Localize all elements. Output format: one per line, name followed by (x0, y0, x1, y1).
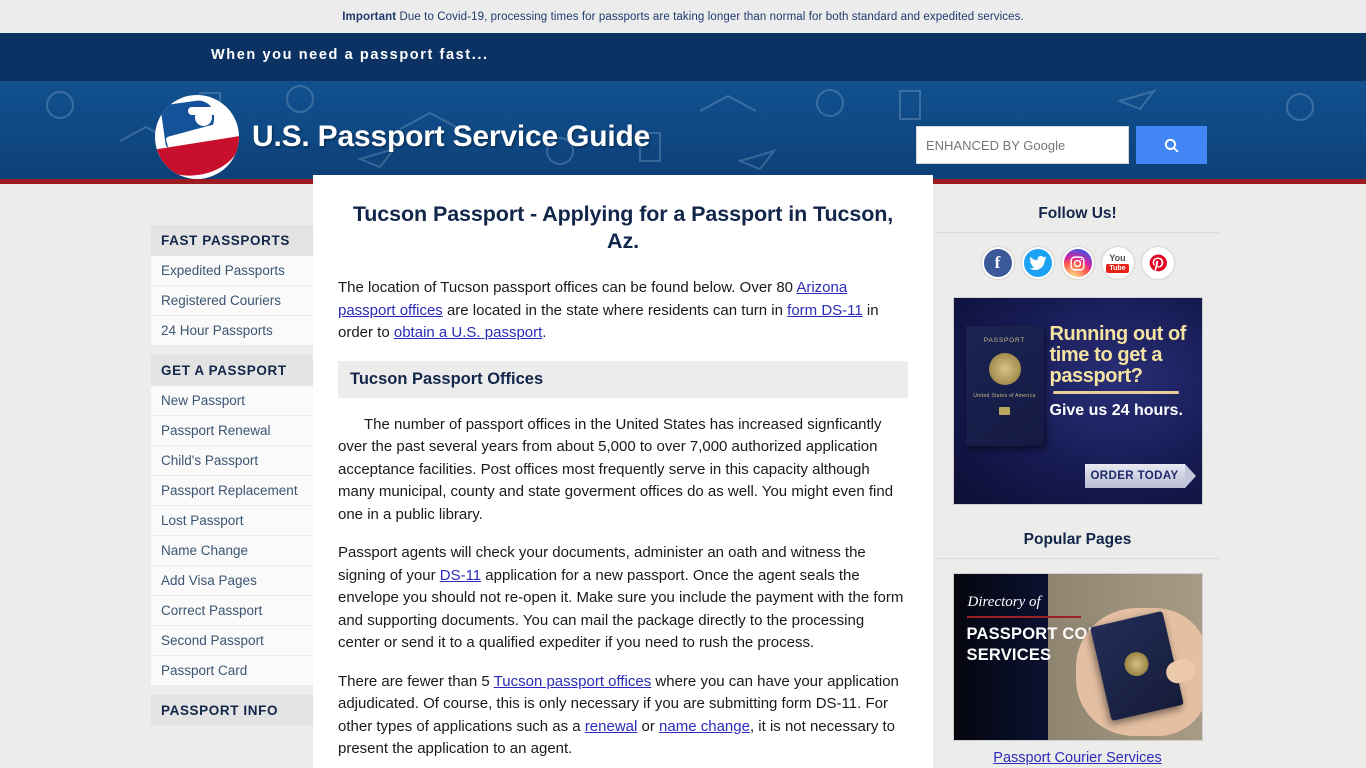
paragraph-agents: Passport agents will check your document… (338, 542, 908, 655)
link-ds-11[interactable]: DS-11 (440, 567, 481, 584)
ad-passport-sub: United States of America (973, 393, 1036, 399)
covid-notice-body: Due to Covid-19, processing times for pa… (396, 10, 1024, 23)
intro-text-4: . (542, 324, 547, 341)
sidebar-item-correct-passport[interactable]: Correct Passport (151, 596, 314, 626)
nav-gap (151, 346, 314, 355)
passport-book-seal-icon (1121, 649, 1151, 679)
site-header: U.S. Passport Service Guide (0, 81, 1366, 179)
site-logo[interactable]: U.S. Passport Service Guide (155, 95, 650, 179)
youtube-top-text: You (1109, 252, 1126, 263)
sidebar-item-second-passport[interactable]: Second Passport (151, 626, 314, 656)
youtube-bottom-text: Tube (1106, 263, 1129, 273)
sidebar-item-new-passport[interactable]: New Passport (151, 386, 314, 416)
popular-pages-title: Popular Pages (936, 531, 1219, 559)
instagram-camera-icon (1070, 255, 1085, 271)
youtube-icon[interactable]: You Tube (1101, 247, 1134, 279)
tucson-text-3: or (637, 717, 660, 735)
ad-headline: Running out of time to get a passport? (1049, 323, 1187, 387)
pinterest-icon[interactable] (1141, 247, 1174, 279)
passport-emblem-icon (155, 95, 239, 179)
section-heading-tucson-passport-offices: Tucson Passport Offices (338, 360, 908, 398)
nav-heading-get-a-passport: GET A PASSPORT (151, 355, 314, 386)
covid-notice-label: Important (342, 10, 397, 23)
sidebar-item-passport-card[interactable]: Passport Card (151, 656, 314, 686)
nav-gap (151, 686, 314, 695)
link-form-ds-11[interactable]: form DS-11 (787, 302, 863, 319)
sidebar-item-passport-replacement[interactable]: Passport Replacement (151, 476, 314, 506)
twitter-icon[interactable] (1021, 247, 1054, 279)
covid-notice-bar: Important Due to Covid-19, processing ti… (0, 0, 1366, 33)
left-sidebar-nav: FAST PASSPORTS Expedited Passports Regis… (151, 225, 314, 726)
page-root: Important Due to Covid-19, processing ti… (0, 0, 1366, 768)
popular-page-thumbnail-courier-directory[interactable]: Directory of PASSPORT COURIER SERVICES (952, 573, 1203, 741)
ad-passport-chip-icon (999, 407, 1010, 415)
nav-heading-passport-info: PASSPORT INFO (151, 695, 314, 726)
ad-underline-rule (1052, 391, 1179, 394)
sidebar-item-name-change[interactable]: Name Change (151, 536, 314, 566)
right-sidebar: Follow Us! f You Tube PASSPORT United St… (936, 205, 1219, 766)
follow-us-title: Follow Us! (936, 205, 1219, 233)
ad-banner-24-hour-passport[interactable]: PASSPORT United States of America Runnin… (952, 297, 1203, 505)
site-title: U.S. Passport Service Guide (252, 120, 651, 153)
ad-order-today-button[interactable]: ORDER TODAY (1084, 464, 1196, 488)
twitter-bird-icon (1029, 255, 1046, 271)
main-content-panel: Tucson Passport - Applying for a Passpor… (313, 175, 933, 768)
ad-passport-seal-icon (988, 353, 1021, 385)
search-icon (1164, 138, 1179, 153)
search-button[interactable] (1136, 126, 1207, 164)
sidebar-item-registered-couriers[interactable]: Registered Couriers (151, 286, 314, 316)
intro-text-2: are located in the state where residents… (442, 301, 788, 319)
intro-paragraph: The location of Tucson passport offices … (338, 277, 908, 345)
youtube-badge: You Tube (1106, 252, 1129, 273)
link-obtain-us-passport[interactable]: obtain a U.S. passport (394, 324, 542, 341)
link-tucson-passport-offices[interactable]: Tucson passport offices (494, 673, 652, 690)
paragraph-tucson-offices: There are fewer than 5 Tucson passport o… (338, 671, 908, 761)
sidebar-item-lost-passport[interactable]: Lost Passport (151, 506, 314, 536)
sidebar-item-passport-renewal[interactable]: Passport Renewal (151, 416, 314, 446)
nav-heading-fast-passports: FAST PASSPORTS (151, 225, 314, 256)
thumbnail-rule (966, 616, 1081, 618)
sidebar-item-childs-passport[interactable]: Child's Passport (151, 446, 314, 476)
tucson-text-1: There are fewer than 5 (338, 672, 494, 690)
sidebar-item-add-visa-pages[interactable]: Add Visa Pages (151, 566, 314, 596)
sidebar-item-expedited-passports[interactable]: Expedited Passports (151, 256, 314, 286)
pinterest-p-icon (1149, 254, 1167, 272)
intro-text-1: The location of Tucson passport offices … (338, 279, 797, 296)
instagram-icon[interactable] (1061, 247, 1094, 279)
page-title: Tucson Passport - Applying for a Passpor… (352, 202, 894, 253)
link-name-change[interactable]: name change (659, 718, 750, 735)
link-renewal[interactable]: renewal (585, 718, 638, 735)
ad-passport-label: PASSPORT (983, 337, 1026, 344)
social-links-row: f You Tube (936, 247, 1219, 279)
search-input[interactable] (916, 126, 1129, 164)
thumbnail-kicker: Directory of (967, 594, 1041, 610)
search-area (916, 126, 1207, 164)
sidebar-item-24-hour-passports[interactable]: 24 Hour Passports (151, 316, 314, 346)
tagline-strip: When you need a passport fast... (0, 33, 1366, 81)
ad-passport-image: PASSPORT United States of America (965, 326, 1044, 446)
facebook-icon[interactable]: f (981, 247, 1014, 279)
ad-subheadline: Give us 24 hours. (1049, 402, 1183, 419)
site-tagline: When you need a passport fast... (211, 47, 489, 63)
popular-page-link-courier-services[interactable]: Passport Courier Services (936, 750, 1219, 766)
paragraph-offices-count: The number of passport offices in the Un… (338, 415, 894, 523)
covid-notice-text: Important Due to Covid-19, processing ti… (342, 11, 1024, 23)
